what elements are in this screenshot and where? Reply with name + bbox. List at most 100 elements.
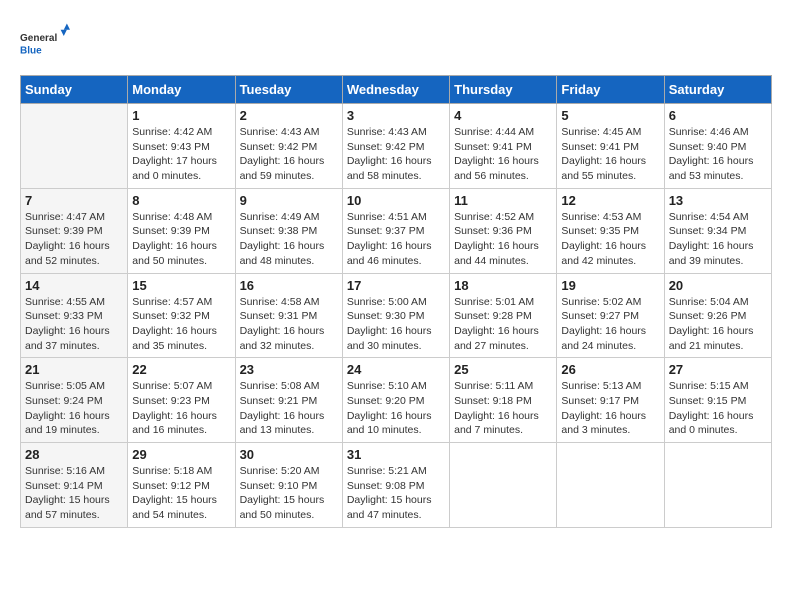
day-number: 3 bbox=[347, 108, 445, 123]
calendar-cell: 18 Sunrise: 5:01 AMSunset: 9:28 PMDayligh… bbox=[450, 273, 557, 358]
day-number: 19 bbox=[561, 278, 659, 293]
calendar-cell: 29 Sunrise: 5:18 AMSunset: 9:12 PMDayligh… bbox=[128, 443, 235, 528]
logo: General Blue bbox=[20, 20, 70, 65]
svg-text:General: General bbox=[20, 33, 57, 44]
day-info: Sunrise: 5:00 AMSunset: 9:30 PMDaylight:… bbox=[347, 295, 445, 354]
day-info: Sunrise: 5:04 AMSunset: 9:26 PMDaylight:… bbox=[669, 295, 767, 354]
day-number: 31 bbox=[347, 447, 445, 462]
day-info: Sunrise: 5:16 AMSunset: 9:14 PMDaylight:… bbox=[25, 464, 123, 523]
calendar-cell: 15 Sunrise: 4:57 AMSunset: 9:32 PMDayligh… bbox=[128, 273, 235, 358]
day-info: Sunrise: 4:53 AMSunset: 9:35 PMDaylight:… bbox=[561, 210, 659, 269]
day-header-friday: Friday bbox=[557, 76, 664, 104]
calendar-cell: 10 Sunrise: 4:51 AMSunset: 9:37 PMDayligh… bbox=[342, 188, 449, 273]
calendar-cell bbox=[21, 104, 128, 189]
calendar-cell: 9 Sunrise: 4:49 AMSunset: 9:38 PMDaylight… bbox=[235, 188, 342, 273]
day-number: 29 bbox=[132, 447, 230, 462]
day-header-wednesday: Wednesday bbox=[342, 76, 449, 104]
day-header-tuesday: Tuesday bbox=[235, 76, 342, 104]
day-info: Sunrise: 5:21 AMSunset: 9:08 PMDaylight:… bbox=[347, 464, 445, 523]
day-number: 4 bbox=[454, 108, 552, 123]
calendar-cell: 2 Sunrise: 4:43 AMSunset: 9:42 PMDaylight… bbox=[235, 104, 342, 189]
day-info: Sunrise: 5:18 AMSunset: 9:12 PMDaylight:… bbox=[132, 464, 230, 523]
calendar-cell: 3Sunrise: 4:43 AMSunset: 9:42 PMDaylight… bbox=[342, 104, 449, 189]
day-info: Sunrise: 4:55 AMSunset: 9:33 PMDaylight:… bbox=[25, 295, 123, 354]
day-info: Sunrise: 5:07 AMSunset: 9:23 PMDaylight:… bbox=[132, 379, 230, 438]
day-number: 30 bbox=[240, 447, 338, 462]
logo-svg: General Blue bbox=[20, 20, 70, 65]
calendar-cell bbox=[557, 443, 664, 528]
day-number: 22 bbox=[132, 362, 230, 377]
day-number: 12 bbox=[561, 193, 659, 208]
day-info: Sunrise: 4:58 AMSunset: 9:31 PMDaylight:… bbox=[240, 295, 338, 354]
calendar-cell: 16 Sunrise: 4:58 AMSunset: 9:31 PMDayligh… bbox=[235, 273, 342, 358]
day-info: Sunrise: 5:20 AMSunset: 9:10 PMDaylight:… bbox=[240, 464, 338, 523]
day-info: Sunrise: 4:51 AMSunset: 9:37 PMDaylight:… bbox=[347, 210, 445, 269]
day-info: Sunrise: 4:47 AMSunset: 9:39 PMDaylight:… bbox=[25, 210, 123, 269]
calendar-cell: 28 Sunrise: 5:16 AMSunset: 9:14 PMDayligh… bbox=[21, 443, 128, 528]
calendar-cell: 24 Sunrise: 5:10 AMSunset: 9:20 PMDayligh… bbox=[342, 358, 449, 443]
day-number: 10 bbox=[347, 193, 445, 208]
calendar-cell: 12 Sunrise: 4:53 AMSunset: 9:35 PMDayligh… bbox=[557, 188, 664, 273]
day-number: 7 bbox=[25, 193, 123, 208]
day-header-monday: Monday bbox=[128, 76, 235, 104]
day-info: Sunrise: 5:10 AMSunset: 9:20 PMDaylight:… bbox=[347, 379, 445, 438]
svg-text:Blue: Blue bbox=[20, 45, 42, 56]
day-header-saturday: Saturday bbox=[664, 76, 771, 104]
calendar-cell: 17 Sunrise: 5:00 AMSunset: 9:30 PMDayligh… bbox=[342, 273, 449, 358]
calendar-cell: 23Sunrise: 5:08 AMSunset: 9:21 PMDayligh… bbox=[235, 358, 342, 443]
calendar-cell: 27 Sunrise: 5:15 AMSunset: 9:15 PMDayligh… bbox=[664, 358, 771, 443]
day-info: Sunrise: 5:02 AMSunset: 9:27 PMDaylight:… bbox=[561, 295, 659, 354]
day-info: Sunrise: 4:43 AMSunset: 9:42 PMDaylight:… bbox=[240, 125, 338, 184]
calendar-cell bbox=[664, 443, 771, 528]
calendar-cell: 26 Sunrise: 5:13 AMSunset: 9:17 PMDayligh… bbox=[557, 358, 664, 443]
day-number: 20 bbox=[669, 278, 767, 293]
day-info: Sunrise: 4:42 AMSunset: 9:43 PMDaylight:… bbox=[132, 125, 230, 184]
day-number: 15 bbox=[132, 278, 230, 293]
day-number: 24 bbox=[347, 362, 445, 377]
day-info: Sunrise: 5:01 AMSunset: 9:28 PMDaylight:… bbox=[454, 295, 552, 354]
day-number: 26 bbox=[561, 362, 659, 377]
day-info: Sunrise: 4:45 AMSunset: 9:41 PMDaylight:… bbox=[561, 125, 659, 184]
day-info: Sunrise: 4:44 AMSunset: 9:41 PMDaylight:… bbox=[454, 125, 552, 184]
day-number: 16 bbox=[240, 278, 338, 293]
day-number: 1 bbox=[132, 108, 230, 123]
day-number: 11 bbox=[454, 193, 552, 208]
day-info: Sunrise: 4:46 AMSunset: 9:40 PMDaylight:… bbox=[669, 125, 767, 184]
calendar-cell: 30 Sunrise: 5:20 AMSunset: 9:10 PMDayligh… bbox=[235, 443, 342, 528]
calendar-cell: 13 Sunrise: 4:54 AMSunset: 9:34 PMDayligh… bbox=[664, 188, 771, 273]
calendar-cell: 25Sunrise: 5:11 AMSunset: 9:18 PMDayligh… bbox=[450, 358, 557, 443]
day-info: Sunrise: 4:57 AMSunset: 9:32 PMDaylight:… bbox=[132, 295, 230, 354]
day-info: Sunrise: 4:54 AMSunset: 9:34 PMDaylight:… bbox=[669, 210, 767, 269]
day-number: 8 bbox=[132, 193, 230, 208]
day-header-sunday: Sunday bbox=[21, 76, 128, 104]
calendar-cell: 7 Sunrise: 4:47 AMSunset: 9:39 PMDaylight… bbox=[21, 188, 128, 273]
day-number: 9 bbox=[240, 193, 338, 208]
day-info: Sunrise: 4:48 AMSunset: 9:39 PMDaylight:… bbox=[132, 210, 230, 269]
day-info: Sunrise: 4:52 AMSunset: 9:36 PMDaylight:… bbox=[454, 210, 552, 269]
day-header-thursday: Thursday bbox=[450, 76, 557, 104]
day-info: Sunrise: 5:05 AMSunset: 9:24 PMDaylight:… bbox=[25, 379, 123, 438]
calendar-cell: 19 Sunrise: 5:02 AMSunset: 9:27 PMDayligh… bbox=[557, 273, 664, 358]
calendar-cell: 1 Sunrise: 4:42 AMSunset: 9:43 PMDaylight… bbox=[128, 104, 235, 189]
calendar-cell: 4 Sunrise: 4:44 AMSunset: 9:41 PMDaylight… bbox=[450, 104, 557, 189]
day-info: Sunrise: 4:49 AMSunset: 9:38 PMDaylight:… bbox=[240, 210, 338, 269]
day-number: 21 bbox=[25, 362, 123, 377]
day-number: 18 bbox=[454, 278, 552, 293]
calendar-cell: 6 Sunrise: 4:46 AMSunset: 9:40 PMDaylight… bbox=[664, 104, 771, 189]
calendar-cell: 14Sunrise: 4:55 AMSunset: 9:33 PMDayligh… bbox=[21, 273, 128, 358]
day-info: Sunrise: 5:11 AMSunset: 9:18 PMDaylight:… bbox=[454, 379, 552, 438]
day-number: 27 bbox=[669, 362, 767, 377]
calendar-cell: 8 Sunrise: 4:48 AMSunset: 9:39 PMDaylight… bbox=[128, 188, 235, 273]
day-number: 13 bbox=[669, 193, 767, 208]
day-info: Sunrise: 5:13 AMSunset: 9:17 PMDaylight:… bbox=[561, 379, 659, 438]
day-number: 28 bbox=[25, 447, 123, 462]
day-number: 6 bbox=[669, 108, 767, 123]
day-number: 2 bbox=[240, 108, 338, 123]
calendar-cell: 5Sunrise: 4:45 AMSunset: 9:41 PMDaylight… bbox=[557, 104, 664, 189]
calendar-cell: 20 Sunrise: 5:04 AMSunset: 9:26 PMDayligh… bbox=[664, 273, 771, 358]
day-info: Sunrise: 5:15 AMSunset: 9:15 PMDaylight:… bbox=[669, 379, 767, 438]
day-number: 17 bbox=[347, 278, 445, 293]
calendar-cell: 31 Sunrise: 5:21 AMSunset: 9:08 PMDayligh… bbox=[342, 443, 449, 528]
day-number: 23 bbox=[240, 362, 338, 377]
calendar-cell: 22 Sunrise: 5:07 AMSunset: 9:23 PMDayligh… bbox=[128, 358, 235, 443]
